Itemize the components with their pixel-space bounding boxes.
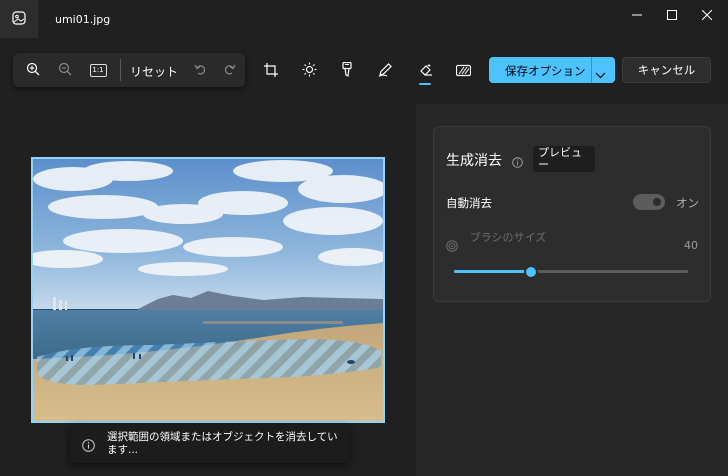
- title-bar: umi01.jpg: [0, 0, 728, 38]
- auto-erase-state: オン: [676, 196, 699, 210]
- cancel-button[interactable]: キャンセル: [622, 57, 711, 83]
- zoom-in-button[interactable]: [23, 61, 43, 79]
- maximize-button[interactable]: [655, 2, 689, 26]
- crop-tool-button[interactable]: [260, 60, 282, 82]
- redo-button[interactable]: [220, 61, 238, 79]
- photo-image[interactable]: [31, 157, 385, 423]
- erase-tool-button[interactable]: [414, 60, 436, 82]
- blur-background-icon: [455, 62, 471, 81]
- undo-button[interactable]: [191, 61, 209, 79]
- toolbar-divider: [120, 59, 121, 81]
- actual-size-icon: 1:1: [89, 63, 107, 77]
- brush-size-slider-fill: [454, 270, 532, 273]
- save-options-button[interactable]: 保存オプション: [489, 57, 615, 83]
- panel-title: 生成消去: [446, 153, 502, 169]
- close-button[interactable]: [690, 2, 724, 26]
- info-icon: [82, 437, 95, 456]
- photos-app-icon: [12, 10, 26, 29]
- crop-icon: [264, 62, 278, 81]
- markup-pen-icon: [378, 62, 392, 81]
- toggle-knob: [653, 198, 661, 206]
- save-button-divider: [591, 57, 592, 83]
- maximize-icon: [667, 5, 677, 24]
- undo-icon: [193, 61, 207, 80]
- info-icon[interactable]: [512, 153, 523, 172]
- minimize-icon: [632, 5, 642, 24]
- app-icon-tab[interactable]: [0, 0, 38, 38]
- markup-tool-button[interactable]: [374, 60, 396, 82]
- status-toast: 選択範囲の領域またはオブジェクトを消去しています...: [70, 425, 349, 463]
- filter-icon: [340, 61, 354, 81]
- zoom-toolbar: 1:1 リセット: [13, 53, 245, 87]
- brush-size-label: ブラシのサイズ: [469, 231, 547, 244]
- auto-erase-label: 自動消去: [446, 196, 492, 210]
- zoom-out-button[interactable]: [55, 61, 75, 79]
- minimize-button[interactable]: [620, 2, 654, 26]
- adjust-brightness-icon: [302, 62, 317, 81]
- preview-badge: プレビュー: [533, 146, 595, 172]
- save-options-label: 保存オプション: [505, 64, 586, 78]
- active-tool-indicator: [419, 83, 431, 85]
- beach-photo-image: [33, 159, 383, 421]
- blur-tool-button[interactable]: [452, 60, 474, 82]
- generative-erase-icon: [418, 62, 433, 81]
- auto-erase-toggle[interactable]: [633, 194, 665, 210]
- reset-button[interactable]: リセット: [130, 63, 178, 80]
- window-title: umi01.jpg: [55, 13, 111, 26]
- toast-message: 選択範囲の領域またはオブジェクトを消去しています...: [107, 431, 338, 456]
- zoom-in-icon: [26, 61, 40, 80]
- actual-size-button[interactable]: 1:1: [87, 61, 109, 79]
- chevron-down-icon[interactable]: [595, 65, 606, 84]
- filter-tool-button[interactable]: [336, 60, 358, 82]
- redo-icon: [223, 61, 236, 80]
- brush-size-value: 40: [684, 239, 698, 252]
- zoom-out-icon: [58, 61, 72, 80]
- adjust-tool-button[interactable]: [298, 60, 320, 82]
- brush-size-icon: [446, 237, 458, 256]
- close-icon: [701, 5, 713, 24]
